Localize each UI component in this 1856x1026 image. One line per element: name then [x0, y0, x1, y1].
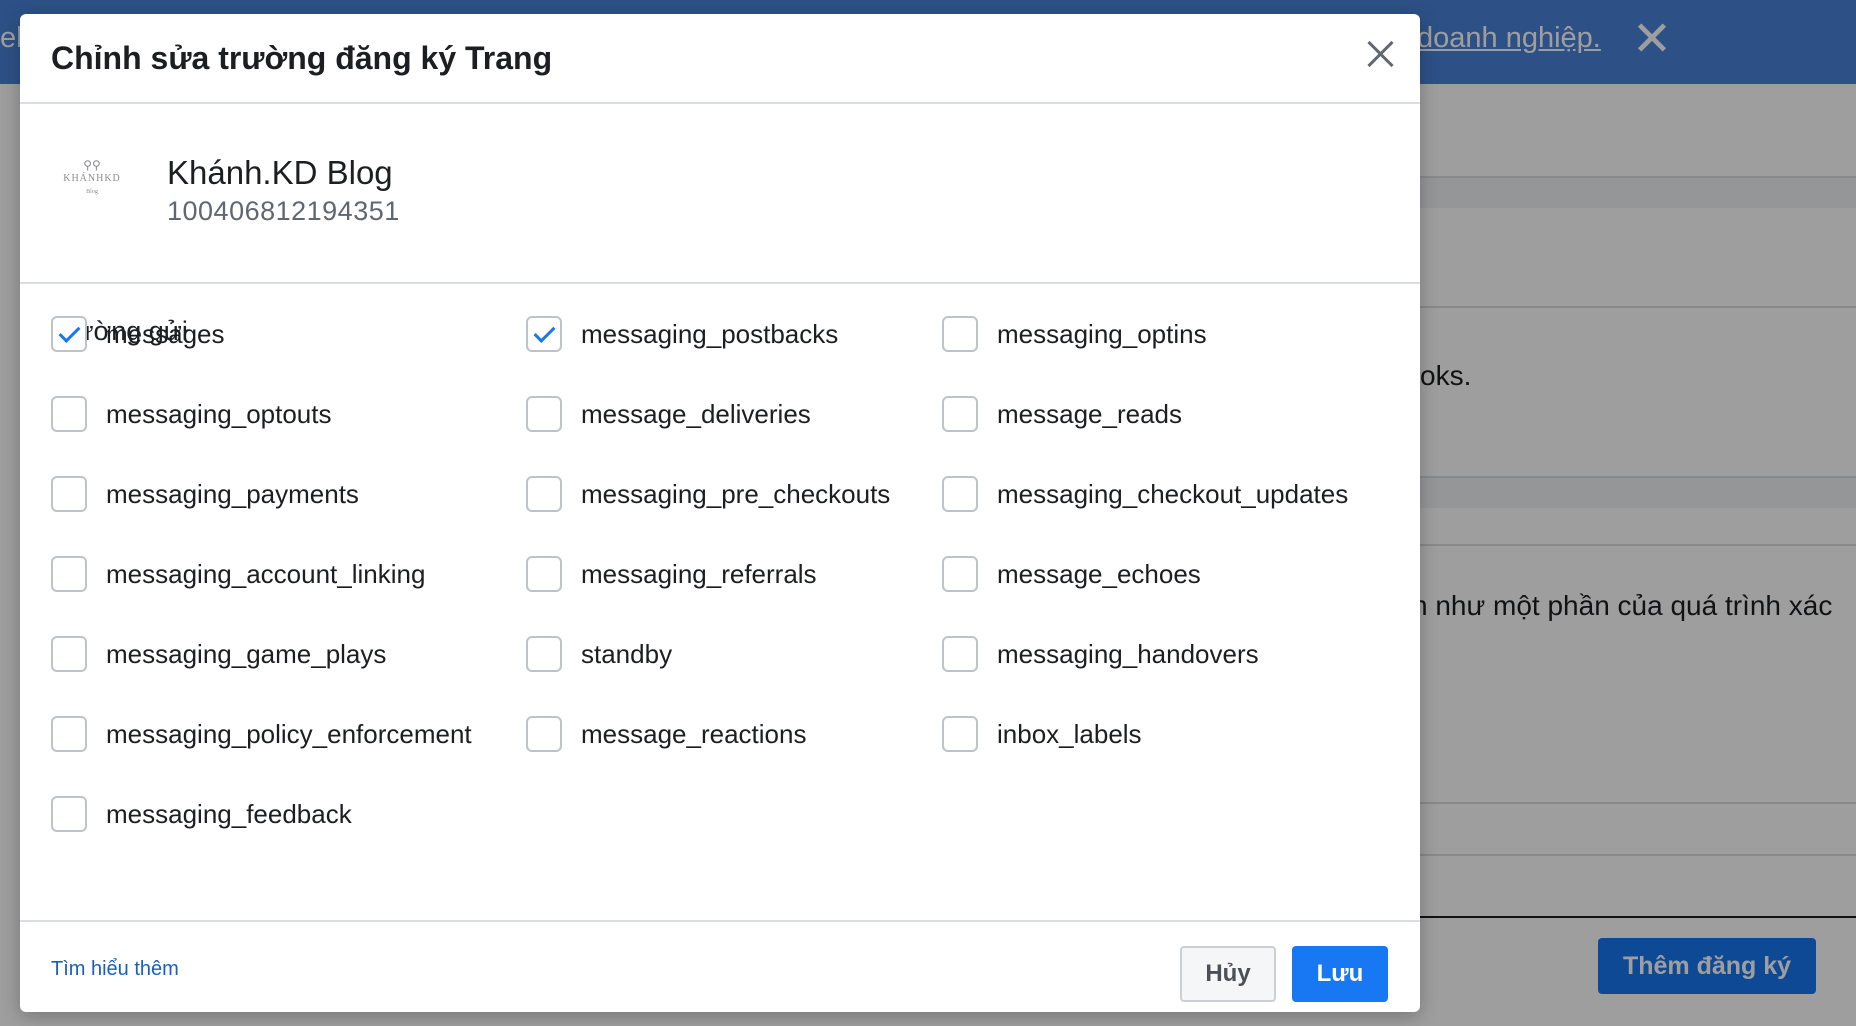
checkbox[interactable] [942, 316, 978, 352]
field-label: messaging_payments [106, 478, 359, 509]
field-option[interactable]: messages [51, 314, 225, 354]
field-label: inbox_labels [997, 718, 1142, 749]
field-label: messaging_optouts [106, 398, 332, 429]
checkbox[interactable] [51, 556, 87, 592]
checkbox[interactable] [526, 396, 562, 432]
field-option[interactable]: message_echoes [942, 554, 1201, 594]
field-label: messaging_handovers [997, 638, 1259, 669]
bicycle-icon: ⚲⚲ [83, 158, 101, 172]
checkbox[interactable] [526, 476, 562, 512]
page-name: Khánh.KD Blog [167, 154, 393, 191]
field-label: message_deliveries [581, 398, 811, 429]
fields-section: Trường gửi messages messaging_postbacks me… [20, 284, 1420, 920]
field-label: messaging_optins [997, 318, 1207, 349]
field-option[interactable]: messaging_game_plays [51, 634, 386, 674]
field-option[interactable]: messaging_account_linking [51, 554, 425, 594]
field-label: standby [581, 638, 673, 669]
field-label: messaging_game_plays [106, 638, 387, 669]
field-option[interactable]: messaging_checkout_updates [942, 474, 1348, 514]
field-label: messaging_pre_checkouts [581, 478, 891, 509]
dialog-header: Chỉnh sửa trường đăng ký Trang [20, 14, 1420, 104]
avatar: ⚲⚲ KHÁNHKD Blog [60, 148, 124, 212]
edit-page-subscription-dialog: Chỉnh sửa trường đăng ký Trang ⚲⚲ KHÁNHK… [20, 14, 1420, 1012]
checkbox[interactable] [51, 716, 87, 752]
close-icon[interactable] [1360, 34, 1400, 74]
field-option[interactable]: messaging_referrals [526, 554, 817, 594]
field-option[interactable]: messaging_postbacks [526, 314, 838, 354]
checkbox[interactable] [51, 796, 87, 832]
save-button[interactable]: Lưu [1292, 946, 1388, 1002]
field-option[interactable]: messaging_optouts [51, 394, 331, 434]
checkbox-checked[interactable] [51, 316, 87, 352]
field-label: messaging_checkout_updates [997, 478, 1349, 509]
checkbox[interactable] [51, 636, 87, 672]
field-label: messaging_postbacks [581, 318, 839, 349]
field-label: messaging_policy_enforcement [106, 718, 472, 749]
checkbox[interactable] [942, 556, 978, 592]
checkbox[interactable] [942, 476, 978, 512]
checkbox[interactable] [526, 716, 562, 752]
page-info: ⚲⚲ KHÁNHKD Blog Khánh.KD Blog 1004068121… [20, 104, 1420, 284]
cancel-button[interactable]: Hủy [1180, 946, 1276, 1002]
field-option[interactable]: messaging_policy_enforcement [51, 714, 472, 754]
checkbox[interactable] [526, 556, 562, 592]
field-option[interactable]: message_reads [942, 394, 1182, 434]
checkbox[interactable] [942, 396, 978, 432]
checkbox[interactable] [942, 636, 978, 672]
field-option[interactable]: message_reactions [526, 714, 806, 754]
field-option[interactable]: message_deliveries [526, 394, 811, 434]
avatar-text: KHÁNHKD [63, 173, 121, 184]
field-option[interactable]: messaging_pre_checkouts [526, 474, 890, 514]
checkbox[interactable] [526, 636, 562, 672]
field-label: messaging_feedback [106, 798, 352, 829]
field-label: message_reads [997, 398, 1182, 429]
checkbox[interactable] [51, 396, 87, 432]
page-id: 100406812194351 [167, 196, 400, 226]
field-label: message_reactions [581, 718, 807, 749]
learn-more-link[interactable]: Tìm hiểu thêm [51, 958, 179, 981]
checkbox[interactable] [51, 476, 87, 512]
field-option[interactable]: inbox_labels [942, 714, 1142, 754]
field-option[interactable]: standby [526, 634, 672, 674]
field-label: message_echoes [997, 558, 1201, 589]
field-option[interactable]: messaging_payments [51, 474, 359, 514]
field-option[interactable]: messaging_optins [942, 314, 1207, 354]
field-label: messages [106, 318, 225, 349]
dialog-title: Chỉnh sửa trường đăng ký Trang [51, 40, 553, 76]
avatar-subtext: Blog [86, 189, 98, 195]
checkbox-checked[interactable] [526, 316, 562, 352]
field-label: messaging_referrals [581, 558, 817, 589]
field-label: messaging_account_linking [106, 558, 426, 589]
field-option[interactable]: messaging_feedback [51, 794, 352, 834]
checkbox[interactable] [942, 716, 978, 752]
dialog-footer: Tìm hiểu thêm Hủy Lưu [20, 920, 1420, 1012]
field-option[interactable]: messaging_handovers [942, 634, 1259, 674]
